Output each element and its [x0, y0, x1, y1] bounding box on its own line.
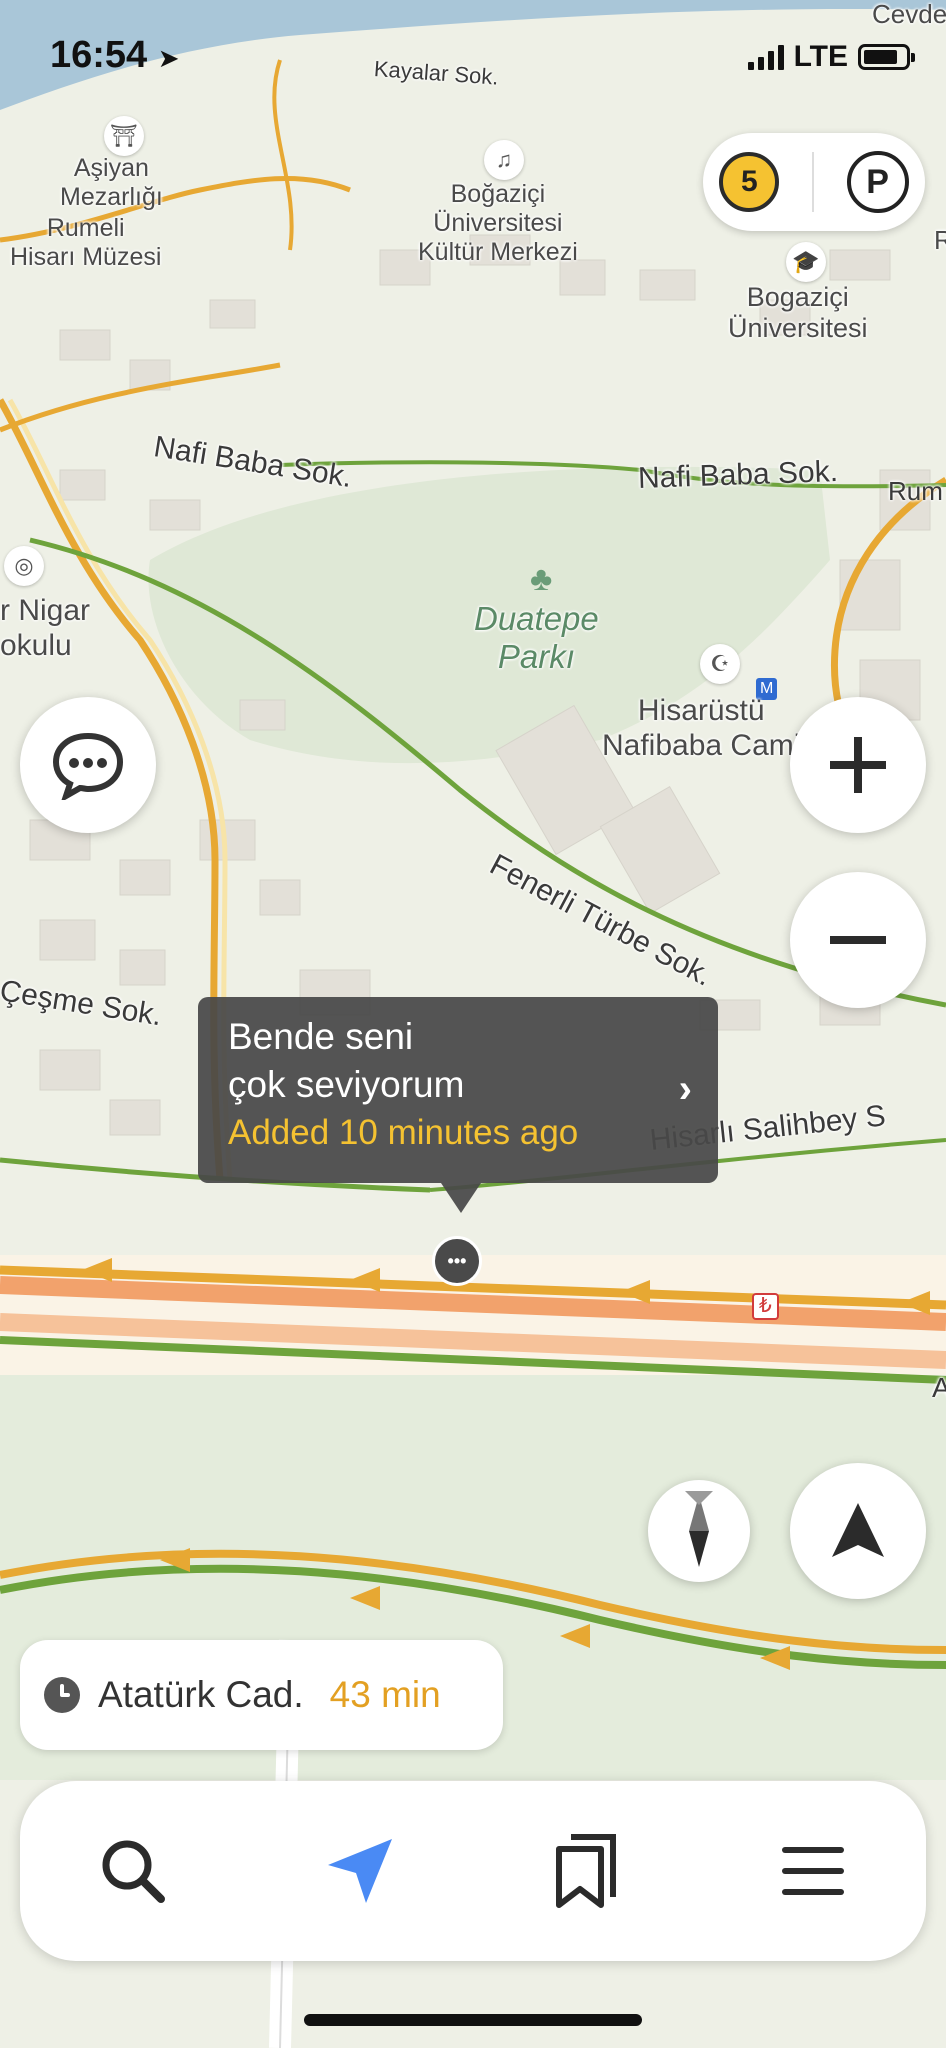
tooltip-title: Bende seni çok seviyorum — [228, 1016, 465, 1105]
tooltip-tail — [441, 1183, 481, 1213]
search-icon — [102, 1840, 166, 1903]
clock-icon — [44, 1677, 80, 1713]
battery-icon — [858, 44, 915, 70]
chevron-right-icon: › — [678, 1067, 692, 1111]
pill-divider — [811, 152, 814, 212]
home-indicator[interactable] — [304, 2014, 642, 2026]
my-location-button[interactable] — [790, 1463, 926, 1599]
bookmarks-button[interactable] — [526, 1811, 646, 1931]
map-label-asiyan: Aşiyan Mezarlığı — [60, 154, 163, 211]
network-type: LTE — [793, 40, 848, 73]
map-label-cevde: Cevde — [872, 0, 946, 29]
status-indicators: LTE — [747, 40, 915, 74]
compass-button[interactable] — [648, 1480, 750, 1582]
search-button[interactable] — [73, 1811, 193, 1931]
university-icon[interactable]: 🎓 — [786, 242, 826, 282]
music-icon[interactable]: ♫ — [484, 140, 524, 180]
route-eta-chip[interactable]: Atatürk Cad. 43 min — [20, 1640, 503, 1750]
cellular-signal-icon — [747, 44, 784, 70]
location-arrow-icon — [832, 1503, 884, 1557]
hamburger-menu-icon — [781, 1847, 844, 1895]
tree-icon: ♣ — [530, 560, 553, 598]
bottom-nav-bar — [20, 1781, 926, 1961]
tooltip-timestamp: Added 10 minutes ago — [228, 1113, 579, 1152]
street-rum: Rum — [888, 476, 943, 506]
cemetery-icon[interactable]: ⛩ — [104, 116, 144, 156]
bookmarks-icon — [556, 1834, 617, 1908]
zoom-out-button[interactable] — [790, 872, 926, 1008]
traffic-parking-pill: 5 P — [703, 133, 925, 231]
street-a-edge: A — [932, 1372, 946, 1403]
toll-icon[interactable]: ₺ — [752, 1293, 779, 1320]
map-label-hisarustu: Hisarüstü Nafibaba Cami — [602, 694, 801, 762]
traffic-score-button[interactable]: 5 — [719, 152, 780, 212]
plus-icon — [830, 737, 886, 793]
road-events-button[interactable] — [20, 697, 156, 833]
street-nafi-baba-2: Nafi Baba Sok. — [637, 455, 839, 495]
menu-button[interactable] — [753, 1811, 873, 1931]
navigation-arrow-icon — [327, 1839, 392, 1903]
zoom-in-button[interactable] — [790, 697, 926, 833]
map-label-bogazici-kultur: Boğaziçi Üniversitesi Kültür Merkezi — [418, 180, 578, 266]
map-label-nigar: r Nigar okulu — [0, 594, 91, 662]
mosque-icon[interactable]: ☪ — [700, 644, 740, 684]
status-time: 16:54 ➤ — [50, 34, 180, 76]
minus-icon — [830, 936, 886, 944]
map-label-r-edge: R — [934, 225, 946, 255]
location-arrow-icon: ➤ — [157, 43, 180, 73]
road-event-tooltip[interactable]: Bende seni çok seviyorum Added 10 minute… — [198, 997, 718, 1183]
parking-button[interactable]: P — [846, 151, 909, 213]
navigation-button[interactable] — [300, 1811, 420, 1931]
eta-time: 43 min — [329, 1674, 441, 1715]
map-label-bogazici-uni: Bogaziçi Üniversitesi — [728, 282, 868, 344]
comment-pin-icon[interactable]: ••• — [432, 1236, 482, 1286]
planetarium-icon[interactable]: ◎ — [4, 546, 44, 586]
eta-destination: Atatürk Cad. — [98, 1674, 304, 1715]
map-label-duatepe: Duatepe Parkı — [474, 600, 599, 675]
compass-icon — [685, 1491, 713, 1567]
chat-bubble-icon — [52, 732, 124, 800]
map-label-rumeli: Rumeli Hisarı Müzesi — [10, 214, 162, 271]
